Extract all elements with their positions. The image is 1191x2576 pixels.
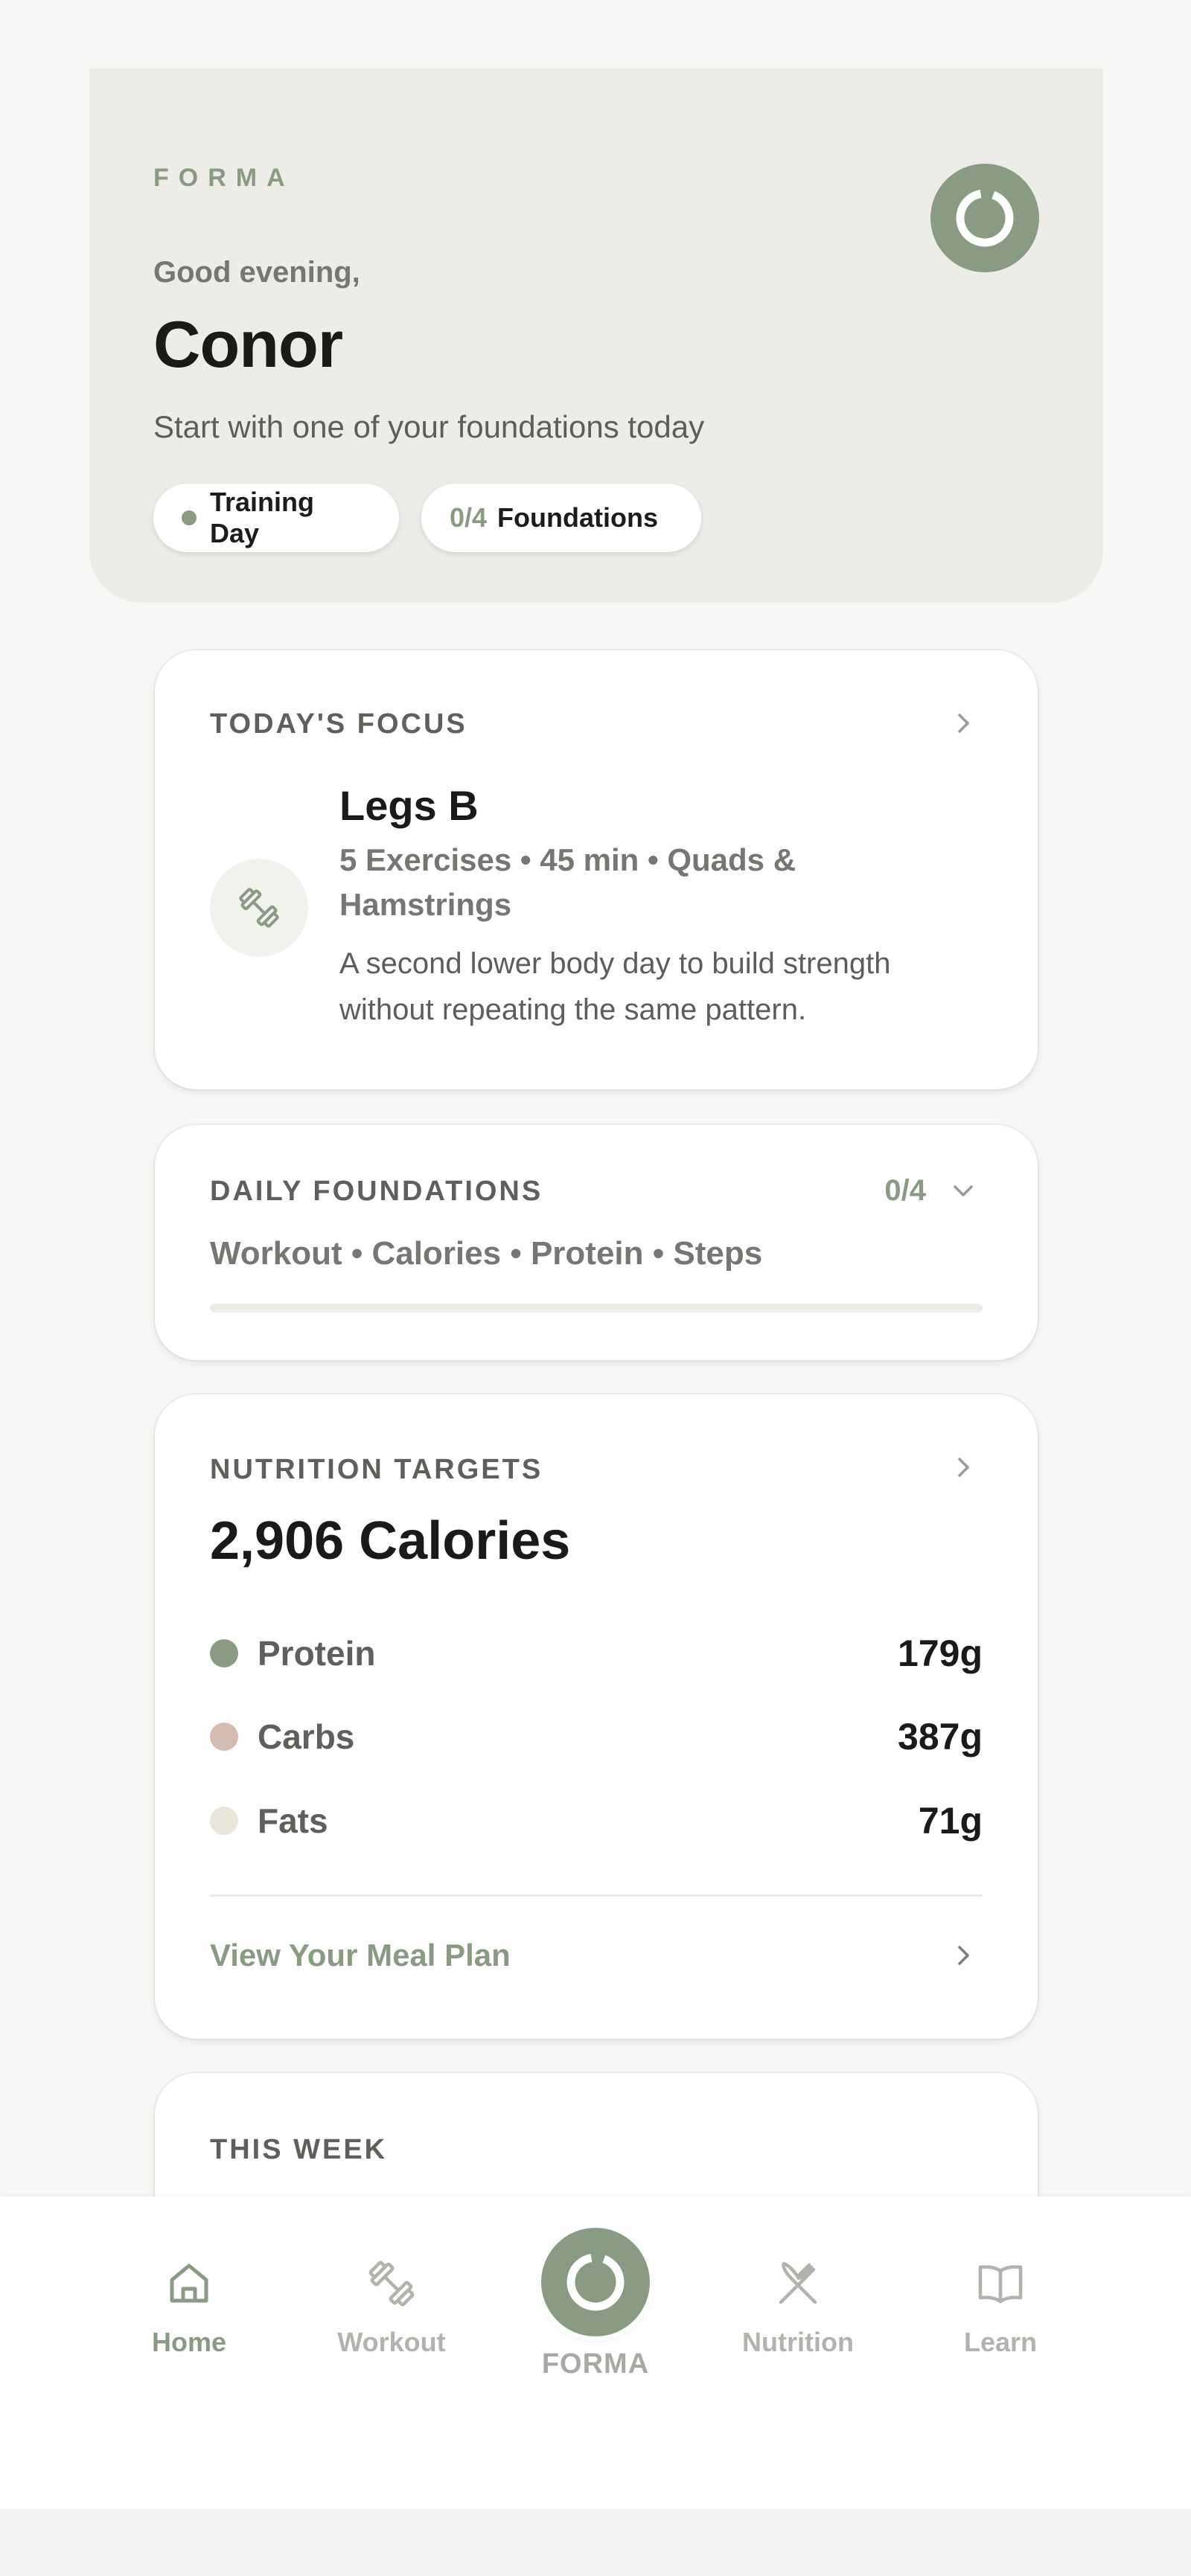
nav-nutrition-label: Nutrition [742,2327,854,2357]
nav-workout[interactable]: Workout [310,2256,473,2358]
chevron-right-icon [958,1458,969,1477]
nutrition-targets-label: NUTRITION TARGETS [210,1454,543,1485]
todays-focus-card[interactable]: TODAY'S FOCUS Legs B 5 Exercises • 45 mi… [155,650,1038,1089]
nutrition-targets-card[interactable]: NUTRITION TARGETS 2,906 Calories Protein… [155,1394,1038,2039]
macro-value: 387g [898,1716,983,1758]
protein-dot-icon [210,1639,238,1667]
foundations-list: Workout • Calories • Protein • Steps [210,1235,763,1272]
macro-value: 179g [898,1633,983,1674]
view-meal-plan-link[interactable]: View Your Meal Plan [210,1938,511,1973]
macro-row-carbs: Carbs 387g [210,1714,983,1759]
todays-focus-label: TODAY'S FOCUS [210,708,467,740]
home-screen: FORMA Good evening, Conor Start with one… [0,0,1191,2576]
training-day-label: Training Day [210,487,315,548]
forma-logo-button[interactable] [930,164,1039,272]
macro-name: Protein [258,1634,376,1673]
bottom-navigation: Home Workout FORMA Nutrition Learn [0,2197,1191,2509]
chevron-right-icon [958,714,969,733]
macro-value: 71g [918,1800,983,1842]
brand-wordmark: FORMA [153,164,295,192]
user-name: Conor [153,307,343,381]
nav-home-label: Home [151,2327,227,2357]
divider [210,1894,983,1897]
dumbbell-icon [368,2261,415,2307]
ring-icon [956,189,1014,247]
forma-center-button[interactable] [541,2228,650,2336]
chevron-right-icon[interactable] [948,1941,978,1970]
training-day-pill[interactable]: Training Day [153,484,399,552]
chevron-down-icon[interactable] [948,1176,978,1205]
calories-target: 2,906 Calories [210,1511,571,1571]
nav-workout-label: Workout [337,2327,446,2357]
greeting-text: Good evening, [153,256,360,289]
fats-dot-icon [210,1807,238,1835]
macro-row-protein: Protein 179g [210,1631,983,1676]
foundations-pill-label: Foundations [497,502,659,533]
daily-foundations-card[interactable]: DAILY FOUNDATIONS 0/4 Workout • Calories… [155,1125,1038,1360]
fork-knife-icon [779,2261,817,2304]
carbs-dot-icon [210,1723,238,1751]
header-subtitle: Start with one of your foundations today [153,409,705,444]
nav-learn-label: Learn [963,2327,1038,2357]
nav-learn[interactable]: Learn [919,2256,1082,2358]
status-dot-icon [182,510,197,525]
nav-nutrition[interactable]: Nutrition [716,2256,880,2358]
foundations-pill[interactable]: 0/4 Foundations [421,484,701,552]
dumbbell-icon [210,859,308,957]
workout-meta: 5 Exercises • 45 min • Quads & Hamstring… [339,842,796,922]
workout-title: Legs B [339,782,479,829]
workout-description: A second lower body day to build strengt… [339,947,891,1026]
nav-home[interactable]: Home [107,2256,271,2358]
home-indicator-area [0,2509,1191,2576]
this-week-label: THIS WEEK [210,2134,388,2165]
daily-foundations-label: DAILY FOUNDATIONS [210,1176,543,1207]
home-icon [170,2263,208,2303]
macro-row-fats: Fats 71g [210,1798,983,1843]
macro-name: Fats [258,1801,328,1840]
foundations-progress-bar [210,1304,983,1313]
nav-forma-label: FORMA [541,2348,650,2380]
ring-icon [566,2253,625,2311]
macro-name: Carbs [258,1717,355,1756]
foundations-count: 0/4 [884,1174,926,1207]
book-icon [978,2265,1023,2304]
header-card: FORMA Good evening, Conor Start with one… [89,68,1103,603]
foundations-pill-count: 0/4 [450,502,488,533]
nav-forma[interactable]: FORMA [521,2228,670,2380]
